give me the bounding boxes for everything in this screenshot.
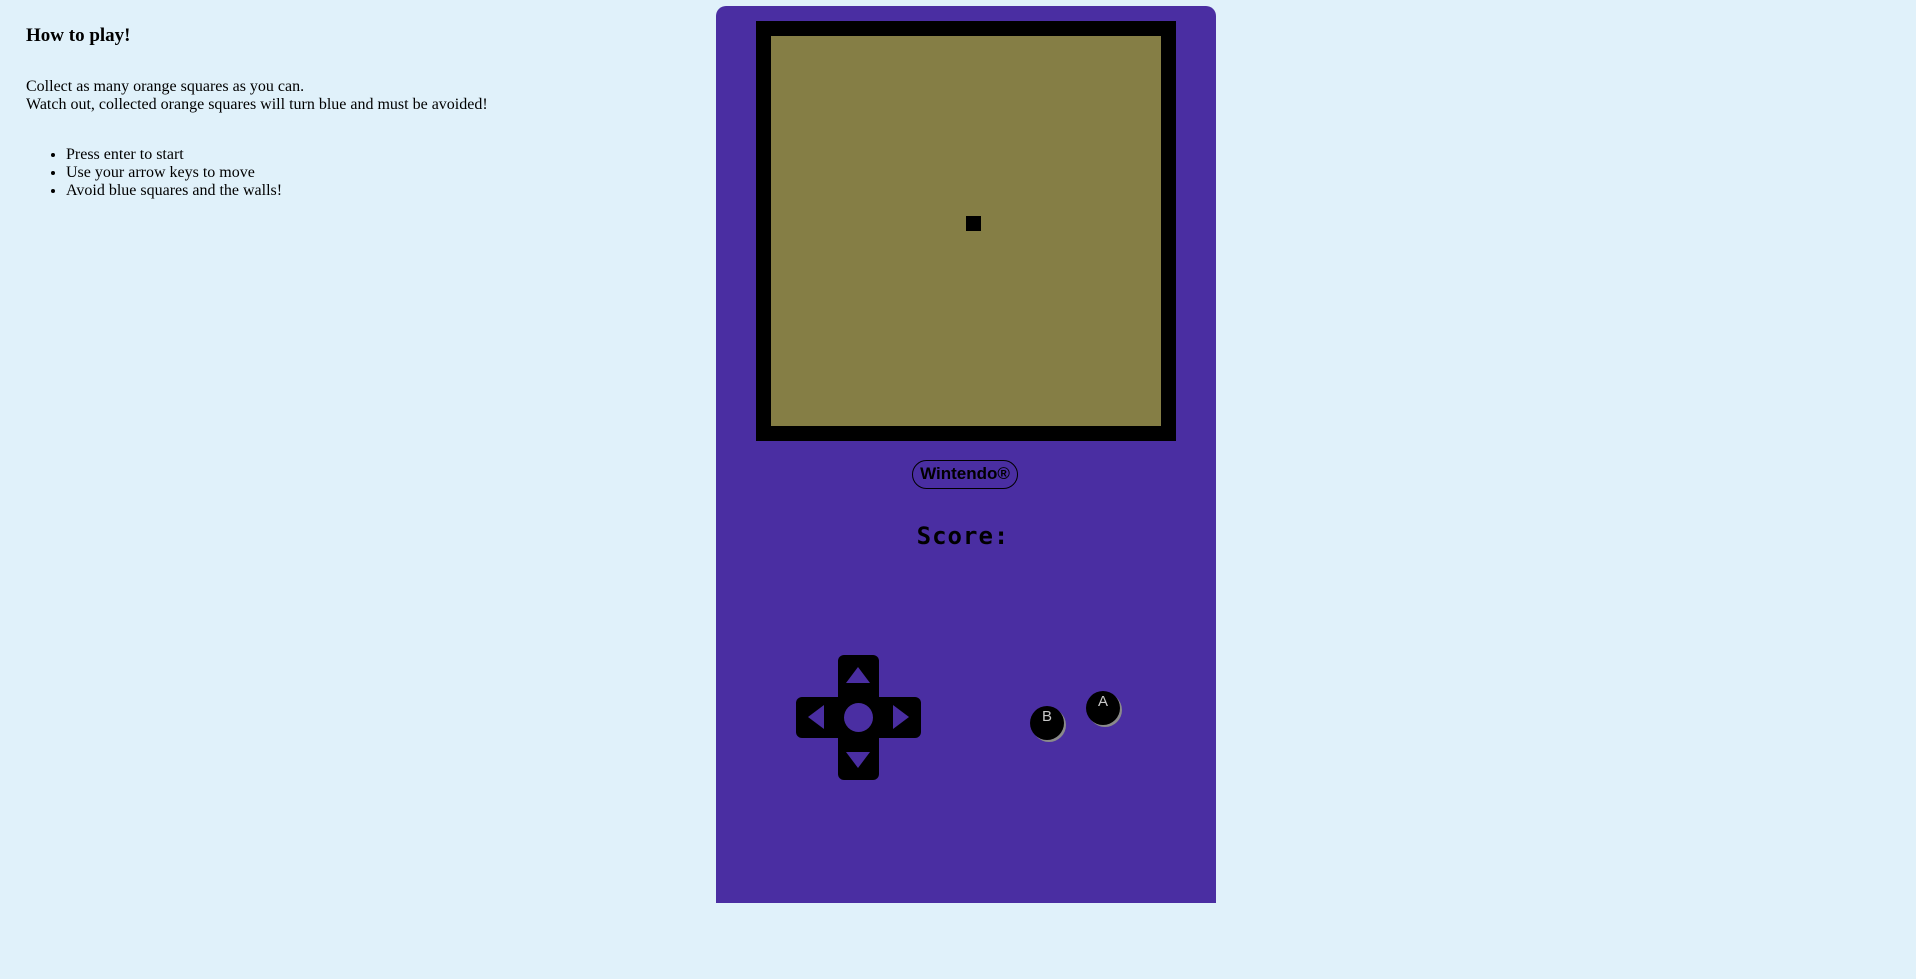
game-console: Wintendo® Score: B A (716, 6, 1216, 903)
instructions-title: How to play! (26, 25, 131, 46)
triangle-left-icon[interactable] (808, 705, 824, 729)
snake-head (966, 216, 981, 231)
dpad-center (844, 703, 873, 732)
a-button[interactable]: A (1086, 691, 1120, 725)
game-screen[interactable] (771, 36, 1161, 426)
dpad[interactable] (796, 655, 921, 780)
triangle-up-icon[interactable] (846, 667, 870, 683)
b-button[interactable]: B (1030, 706, 1064, 740)
triangle-down-icon[interactable] (846, 752, 870, 768)
brand-logo: Wintendo® (912, 460, 1018, 489)
instructions-intro: Collect as many orange squares as you ca… (26, 78, 666, 114)
screen-bezel (756, 21, 1176, 441)
instruction-item: Press enter to start (66, 146, 666, 164)
instructions-list: Press enter to start Use your arrow keys… (26, 146, 666, 200)
intro-line-2: Watch out, collected orange squares will… (26, 96, 488, 113)
instructions-panel: How to play! Collect as many orange squa… (26, 24, 666, 200)
instruction-item: Use your arrow keys to move (66, 164, 666, 182)
score-label: Score: (916, 522, 1010, 550)
instruction-item: Avoid blue squares and the walls! (66, 182, 666, 200)
score-display: Score: (716, 522, 1216, 550)
intro-line-1: Collect as many orange squares as you ca… (26, 78, 305, 95)
triangle-right-icon[interactable] (893, 705, 909, 729)
